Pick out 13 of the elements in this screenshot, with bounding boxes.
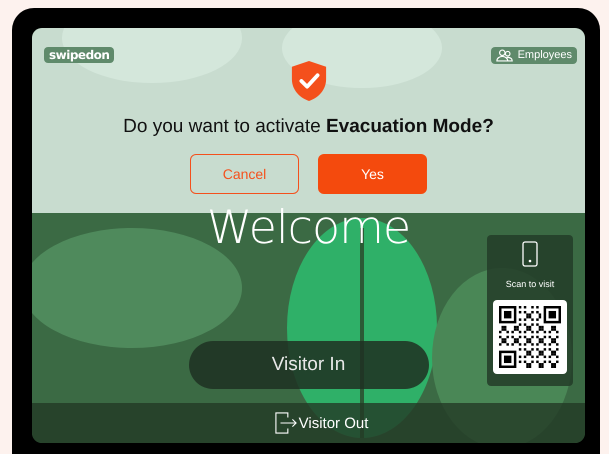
cancel-button[interactable]: Cancel	[190, 154, 299, 194]
welcome-heading: Welcome	[206, 207, 410, 247]
visitor-in-button[interactable]: Visitor In	[188, 341, 428, 389]
logo: swipedon	[44, 47, 114, 63]
employees-link[interactable]: Employees	[490, 46, 577, 64]
people-icon	[496, 48, 514, 62]
exit-icon	[274, 411, 297, 435]
phone-icon	[522, 241, 538, 267]
dialog-question: Do you want to activate Evacuation Mode?	[123, 116, 494, 138]
scan-label: Scan to visit	[506, 279, 554, 289]
visitor-out-button[interactable]: Visitor Out	[274, 411, 368, 435]
shield-check-icon	[290, 60, 328, 102]
confirm-button[interactable]: Yes	[318, 154, 427, 194]
